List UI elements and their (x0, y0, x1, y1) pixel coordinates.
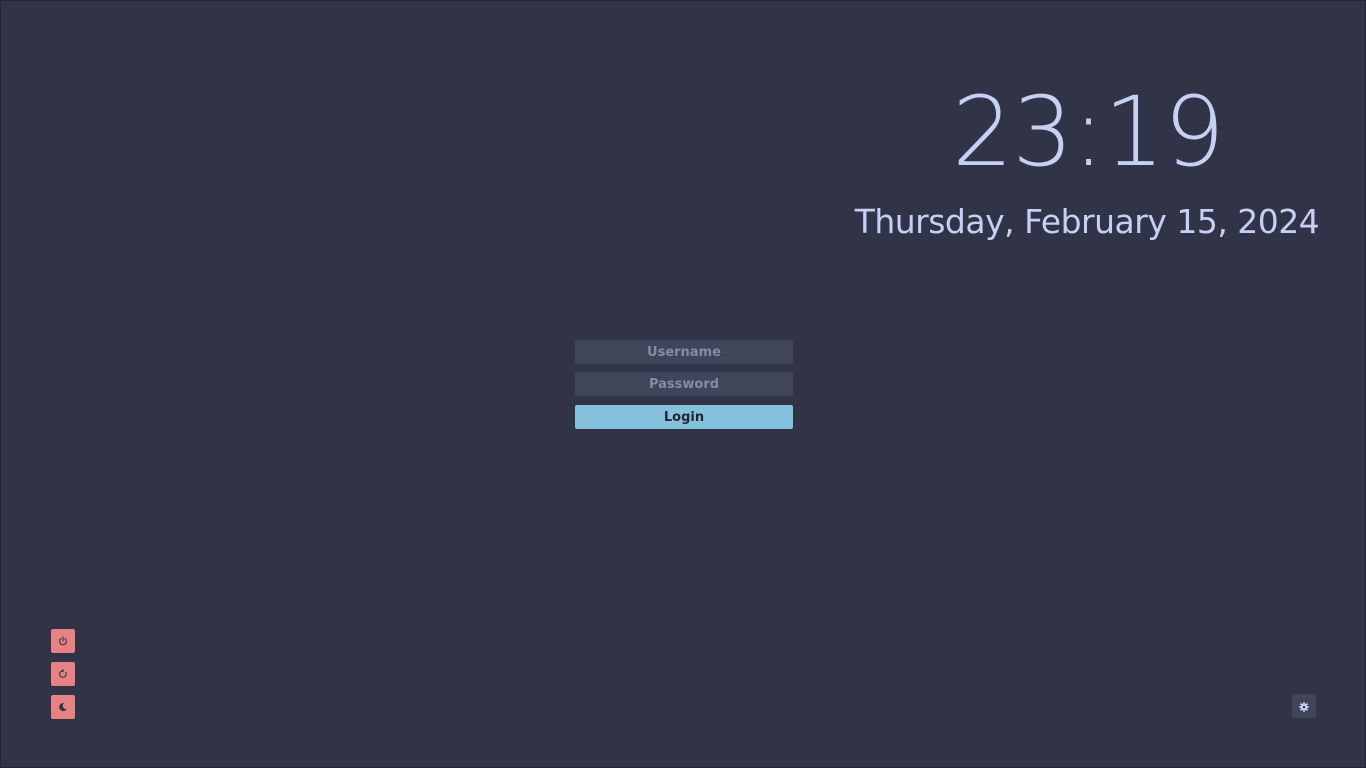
login-form: Login (575, 340, 793, 429)
settings-button[interactable] (1292, 694, 1316, 718)
shutdown-button[interactable] (51, 629, 75, 653)
username-input[interactable] (575, 340, 793, 364)
gear-icon (1299, 697, 1309, 716)
login-screen: 23:19 Thursday, February 15, 2024 Login (0, 0, 1366, 768)
reboot-button[interactable] (51, 662, 75, 686)
moon-icon (58, 702, 68, 712)
clock-date: Thursday, February 15, 2024 (854, 202, 1320, 241)
power-icon (58, 636, 68, 646)
password-input[interactable] (575, 372, 793, 396)
restart-icon (58, 669, 68, 679)
clock-time: 23:19 (952, 76, 1225, 188)
suspend-button[interactable] (51, 695, 75, 719)
login-button[interactable]: Login (575, 405, 793, 429)
